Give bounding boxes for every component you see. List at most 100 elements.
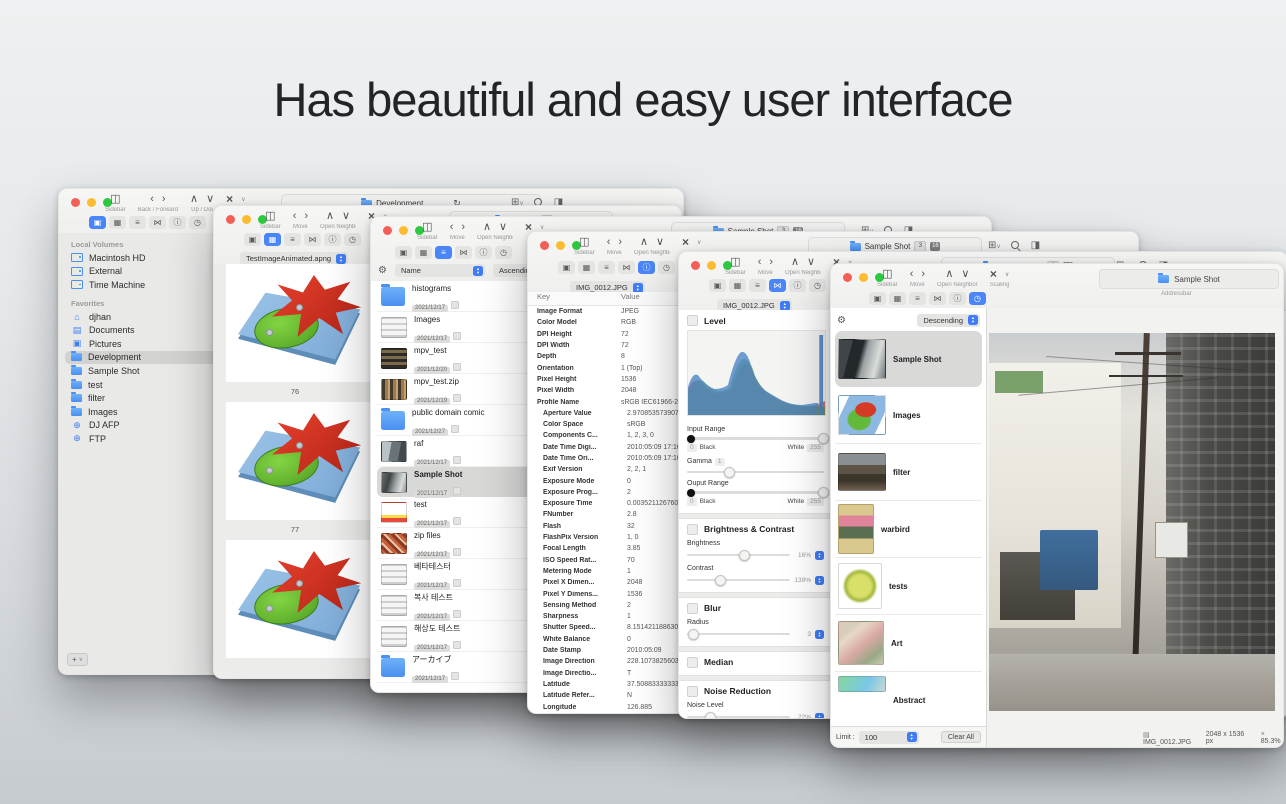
info-view-icon[interactable]: ⓘ: [949, 292, 966, 305]
up-icon[interactable]: ∧: [640, 236, 648, 249]
output-range-slider[interactable]: [687, 491, 824, 494]
info-view-icon[interactable]: ⓘ: [169, 216, 186, 229]
clear-all-button[interactable]: Clear All: [941, 731, 981, 743]
back-icon[interactable]: ‹: [607, 236, 611, 249]
filter-view-icon[interactable]: ⋈: [618, 261, 635, 274]
info-view-icon[interactable]: ⓘ: [789, 279, 806, 292]
sidebar-item[interactable]: Macintosh HD ▴: [59, 251, 223, 265]
down-icon[interactable]: ∨: [807, 256, 815, 269]
history-view-icon[interactable]: ◷: [809, 279, 826, 292]
addressbar-field[interactable]: Sample Shot: [1099, 269, 1279, 289]
history-view-icon[interactable]: ◷: [969, 292, 986, 305]
back-icon[interactable]: ‹: [910, 268, 914, 281]
contrast-stepper[interactable]: ▴▾: [815, 576, 824, 585]
pair-view-icon[interactable]: ▦: [729, 279, 746, 292]
history-item[interactable]: filter PICT0047.jpeg Dec 29, 2021 9:15:5…: [835, 444, 982, 501]
black-value[interactable]: 0: [687, 498, 697, 506]
up-icon[interactable]: ∧: [326, 210, 334, 223]
thumbnail-view-icon[interactable]: ▣: [709, 279, 726, 292]
scaling-control[interactable]: ×∨ Scaling: [990, 268, 1010, 288]
sidebar-item[interactable]: External ▴: [59, 265, 223, 279]
gear-icon[interactable]: ⚙: [837, 315, 846, 326]
filter-view-icon[interactable]: ⋈: [149, 216, 166, 229]
noise-level-stepper[interactable]: ▴▾: [815, 713, 824, 719]
column-key[interactable]: Key: [528, 292, 621, 305]
sidebar-toggle[interactable]: ◫ Sidebar: [105, 193, 126, 213]
sidebar-item[interactable]: Images: [59, 405, 223, 419]
forward-icon[interactable]: ›: [162, 193, 166, 206]
sidebar-toggle[interactable]: ◫ Sidebar: [877, 268, 898, 288]
down-icon[interactable]: ∨: [961, 268, 969, 281]
list-view-icon[interactable]: ≡: [909, 292, 926, 305]
panel-toggle-icon[interactable]: ◨: [1031, 240, 1040, 251]
noise-level-slider[interactable]: [687, 716, 790, 718]
forward-icon[interactable]: ›: [921, 268, 925, 281]
contrast-slider[interactable]: [687, 579, 790, 582]
history-view-icon[interactable]: ◷: [344, 233, 361, 246]
brightness-slider[interactable]: [687, 554, 790, 557]
filter-view-icon[interactable]: ⋈: [304, 233, 321, 246]
up-icon[interactable]: ∧: [190, 193, 198, 206]
down-icon[interactable]: ∨: [656, 236, 664, 249]
radius-stepper[interactable]: ▴▾: [815, 630, 824, 639]
history-item[interactable]: tests cell_animation.webp Dec 27, 2021 1…: [835, 558, 982, 615]
sidebar-item[interactable]: Documents: [59, 323, 223, 337]
info-view-icon[interactable]: ⓘ: [475, 246, 492, 259]
forward-icon[interactable]: ›: [769, 256, 773, 269]
sidebar-item[interactable]: Sample Shot: [59, 364, 223, 378]
white-value[interactable]: 255: [807, 444, 824, 452]
history-view-icon[interactable]: ◷: [658, 261, 675, 274]
limit-select[interactable]: 100 ▴▾: [859, 731, 919, 744]
filter-view-icon[interactable]: ⋈: [769, 279, 786, 292]
thumbnail-view-icon[interactable]: ▣: [558, 261, 575, 274]
pair-view-icon[interactable]: ▦: [264, 233, 281, 246]
pair-view-icon[interactable]: ▦: [889, 292, 906, 305]
back-icon[interactable]: ‹: [450, 221, 454, 234]
history-item[interactable]: Art Dancer on the Stage.jpg Dec 22, 2021…: [835, 615, 982, 672]
history-view-icon[interactable]: ◷: [495, 246, 512, 259]
view-mode-button[interactable]: ⊞∨: [988, 240, 1001, 251]
column-value[interactable]: Value: [621, 292, 640, 305]
back-icon[interactable]: ‹: [293, 210, 297, 223]
pair-view-icon[interactable]: ▦: [578, 261, 595, 274]
forward-icon[interactable]: ›: [304, 210, 308, 223]
down-icon[interactable]: ∨: [206, 193, 214, 206]
sidebar-item[interactable]: FTP: [59, 432, 223, 446]
filter-view-icon[interactable]: ⋈: [455, 246, 472, 259]
add-favorite-button[interactable]: + ∨: [67, 653, 88, 666]
sidebar-item[interactable]: Pictures: [59, 337, 223, 351]
back-icon[interactable]: ‹: [150, 193, 154, 206]
photo-image[interactable]: [989, 333, 1275, 711]
up-icon[interactable]: ∧: [791, 256, 799, 269]
search-icon[interactable]: [1011, 241, 1021, 251]
list-view-icon[interactable]: ≡: [598, 261, 615, 274]
sidebar-item[interactable]: filter: [59, 391, 223, 405]
sidebar-toggle[interactable]: ◫ Sidebar: [574, 236, 595, 256]
history-item[interactable]: Sample Shot IMG_0012.JPG Dec 29, 2021 9:…: [835, 331, 982, 387]
input-range-slider[interactable]: [687, 437, 824, 440]
median-checkbox[interactable]: [687, 657, 698, 668]
gear-icon[interactable]: ⚙: [378, 265, 387, 276]
up-icon[interactable]: ∧: [945, 268, 953, 281]
history-view-icon[interactable]: ◷: [189, 216, 206, 229]
radius-slider[interactable]: [687, 633, 790, 636]
gamma-value[interactable]: 1: [715, 458, 725, 466]
sidebar-toggle[interactable]: ◫ Sidebar: [260, 210, 281, 230]
sidebar-toggle[interactable]: ◫ Sidebar: [725, 256, 746, 276]
forward-icon[interactable]: ›: [618, 236, 622, 249]
list-view-icon[interactable]: ≡: [284, 233, 301, 246]
sidebar-toggle[interactable]: ◫ Sidebar: [417, 221, 438, 241]
list-view-icon[interactable]: ≡: [129, 216, 146, 229]
sidebar-item[interactable]: Time Machine ▴: [59, 278, 223, 292]
gamma-slider[interactable]: [687, 471, 824, 474]
black-value[interactable]: 0: [687, 444, 697, 452]
info-view-icon[interactable]: ⓘ: [638, 261, 655, 274]
thumbnail-view-icon[interactable]: ▣: [869, 292, 886, 305]
thumbnail-view-icon[interactable]: ▣: [89, 216, 106, 229]
level-checkbox[interactable]: [687, 315, 698, 326]
history-item[interactable]: warbird 13.jpg Dec 29, 2021 9:07:00 AM: [835, 501, 982, 558]
page-image[interactable]: [226, 264, 376, 382]
down-icon[interactable]: ∨: [342, 210, 350, 223]
thumbnail-view-icon[interactable]: ▣: [244, 233, 261, 246]
thumbnail-view-icon[interactable]: ▣: [395, 246, 412, 259]
